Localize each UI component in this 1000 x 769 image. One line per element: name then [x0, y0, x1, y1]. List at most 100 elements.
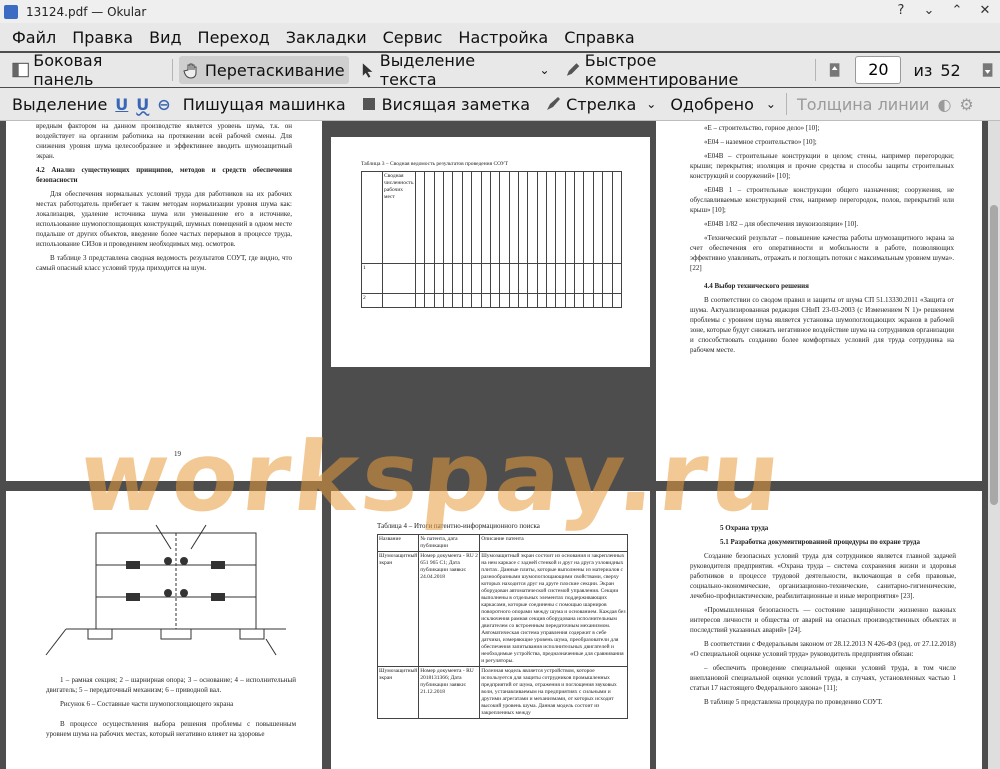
chevron-down-icon[interactable]: ⌄ [646, 97, 656, 111]
page-number-input[interactable]: 20 [855, 56, 902, 84]
brush-icon [547, 97, 561, 110]
next-page-icon[interactable] [979, 61, 996, 79]
chevron-down-icon[interactable]: ⌄ [539, 63, 549, 77]
vertical-scrollbar[interactable] [988, 121, 1000, 769]
table-cell: Номер документа - RU 2018131366; Дата пу… [418, 666, 481, 719]
note-label: Висящая заметка [381, 94, 531, 114]
strikeout-icon[interactable]: ⊖ [153, 90, 174, 118]
page24-paragraph: В соответствии с Федеральным законом от … [690, 640, 956, 658]
menu-settings[interactable]: Настройка [458, 28, 548, 47]
table-cell: Шумозащитный экран [376, 666, 420, 719]
page19-paragraph: вредным фактором на данном производстве … [36, 122, 292, 160]
menu-bar: Файл Правка Вид Переход Закладки Сервис … [0, 23, 1000, 51]
previous-page-icon[interactable] [826, 61, 843, 79]
hand-icon [183, 63, 197, 79]
figure-caption: Рисунок 6 – Составные части шумопоглощаю… [60, 700, 234, 708]
menu-bookmarks[interactable]: Закладки [286, 28, 367, 47]
color-icon[interactable]: ◐ [933, 90, 955, 118]
scrollbar-thumb[interactable] [990, 205, 998, 505]
watermark: workspay.ru [74, 421, 790, 533]
page21-line: «Е04В 1/82 – для обеспечения звукоизоляц… [704, 220, 859, 228]
window-title: 13124.pdf — Okular [26, 4, 147, 19]
page19-paragraph: Для обеспечения нормальных условий труда… [36, 190, 292, 248]
help-icon[interactable]: ? [892, 2, 910, 20]
drag-label: Перетаскивание [204, 60, 345, 80]
sidebar-label: Боковая панель [33, 51, 103, 89]
note-icon [362, 98, 375, 110]
highlight-label: Выделение [12, 94, 108, 114]
sout-table: Сводная численность рабочих мест 1 2 [361, 171, 623, 308]
menu-view[interactable]: Вид [149, 28, 181, 47]
text-select-label: Выделение текста [379, 51, 476, 89]
toolbar-separator [815, 59, 817, 81]
typewriter-label: Пишущая машинка [182, 94, 346, 114]
page24-subheading: 5.1 Разработка документированной процеду… [720, 538, 920, 546]
page24-paragraph: Создание безопасных условий труда для со… [690, 552, 956, 600]
toolbar-separator [171, 59, 173, 81]
page24-paragraph: – обеспечить проведение специальной оцен… [690, 664, 956, 692]
toolbar-separator [785, 93, 787, 115]
highlight-button[interactable]: Выделение [8, 90, 111, 118]
line-width-button[interactable]: Толщина линии [793, 90, 934, 118]
page21-heading: 4.4 Выбор технического решения [704, 282, 809, 290]
page21-line: «Е – строительство, горное дело» [10]; [704, 124, 820, 132]
page21-line: «Е04В – строительные конструкции в целом… [690, 152, 954, 180]
drag-tool-button[interactable]: Перетаскивание [178, 56, 349, 84]
title-bar: 13124.pdf — Okular ? ⌄ ⌃ ✕ [0, 0, 1000, 24]
page-of-label: из [913, 60, 933, 80]
text-select-button[interactable]: Выделение текста ⌄ [355, 51, 554, 89]
menu-help[interactable]: Справка [564, 28, 635, 47]
approved-label: Одобрено [670, 94, 754, 114]
typewriter-button[interactable]: Пишущая машинка [179, 90, 350, 118]
page19-heading: 4.2 Анализ существующих принципов, метод… [36, 166, 292, 184]
menu-go[interactable]: Переход [198, 28, 270, 47]
note-button[interactable]: Висящая заметка [356, 90, 534, 118]
page19-paragraph: В таблице 3 представлена сводная ведомос… [36, 254, 292, 272]
main-toolbar: Боковая панель Перетаскивание Выделение … [0, 51, 1000, 89]
document-view[interactable]: вредным фактором на данном производстве … [0, 121, 988, 769]
table-cell: Шумозащитный экран состоит из основания … [479, 551, 628, 667]
table-cell: 2 [361, 293, 383, 308]
page21-line: «Технический результат – повышение качес… [690, 234, 954, 272]
table-caption: Таблица 3 – Сводная ведомость результато… [361, 161, 509, 167]
menu-edit[interactable]: Правка [72, 28, 133, 47]
menu-file[interactable]: Файл [12, 28, 56, 47]
menu-tools[interactable]: Сервис [383, 28, 443, 47]
quick-comment-button[interactable]: Быстрое комментирование [560, 51, 810, 89]
table-header-cell: № патента, дата публикации [418, 534, 481, 552]
table-cell: Шумозащитный экран [376, 551, 420, 667]
table-header-cell: Название [376, 534, 420, 552]
squiggle-icon[interactable]: U [132, 90, 153, 118]
chevron-down-icon[interactable]: ⌄ [766, 97, 776, 111]
underline-icon[interactable]: U [111, 90, 132, 118]
patent-table: Название № патента, дата публикации Опис… [376, 534, 628, 719]
annotation-toolbar: Выделение U U ⊖ Пишущая машинка Висящая … [0, 88, 1000, 121]
figure-legend: 1 – рамная секция; 2 – шарнирная опора; … [46, 676, 296, 694]
table-cell: Номер документа - RU 2 651 965 C1; Дата … [418, 551, 481, 667]
window-controls: ? ⌄ ⌃ ✕ [892, 2, 994, 20]
table-header-cell: Описание патента [479, 534, 628, 552]
page21-line: «Е04 – наземное строительство» [10]; [704, 138, 817, 146]
arrow-label: Стрелка [566, 94, 637, 114]
page24-paragraph: В таблице 5 представлена процедура по пр… [704, 698, 883, 706]
page-total-label: 52 [940, 60, 961, 80]
close-icon[interactable]: ✕ [976, 2, 994, 20]
page22-paragraph: В процессе осуществления выбора решения … [46, 720, 296, 738]
page24-paragraph: «Промышленная безопасность — состояние з… [690, 606, 956, 634]
cursor-icon [362, 63, 372, 78]
line-width-label: Толщина линии [796, 94, 930, 114]
stamp-button[interactable]: Одобрено ⌄ [666, 90, 780, 118]
pen-icon [566, 63, 579, 76]
maximize-icon[interactable]: ⌃ [948, 2, 966, 20]
page21-line: «Е04В 1 – строительные конструкции общег… [690, 186, 954, 214]
table-header-cell: Сводная численность рабочих мест [382, 171, 416, 264]
sidebar-button[interactable]: Боковая панель [8, 51, 166, 89]
table-cell: 1 [361, 263, 383, 294]
arrow-button[interactable]: Стрелка ⌄ [540, 90, 660, 118]
opacity-icon[interactable]: ⚙ [955, 90, 977, 118]
table-cell: Полезная модель является устройством, ко… [479, 666, 628, 719]
minimize-icon[interactable]: ⌄ [920, 2, 938, 20]
okular-app-icon [4, 4, 18, 19]
page21-paragraph: В соответствии со сводом правил и защиты… [690, 296, 954, 354]
sidebar-icon [12, 62, 29, 78]
